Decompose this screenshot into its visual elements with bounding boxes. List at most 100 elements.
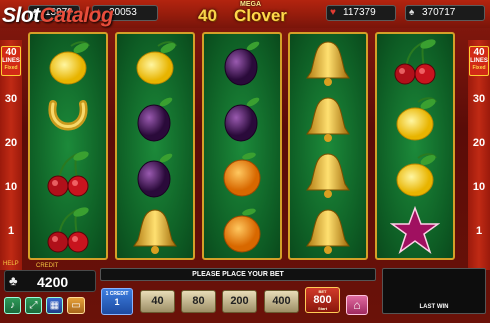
lemon-icon	[396, 97, 437, 141]
spade-icon: ♠	[409, 7, 415, 18]
star-symbol	[377, 202, 453, 259]
cherries-symbol	[30, 146, 106, 203]
reels-area	[28, 32, 462, 260]
line-number: 1	[475, 225, 483, 237]
bet-button-80[interactable]: 80	[181, 290, 216, 313]
watermark: SlotCatalog	[2, 4, 114, 28]
watermark-part-1: Slot	[2, 4, 40, 27]
lemon-symbol	[377, 146, 453, 203]
plum-icon	[224, 41, 260, 86]
fullscreen-button[interactable]: ⤢	[25, 297, 42, 314]
start-bet-button[interactable]: BET 800 Start	[305, 287, 340, 313]
cherries-symbol	[30, 202, 106, 259]
heart-icon: ♥	[330, 7, 336, 18]
lemon-icon	[136, 41, 177, 85]
history-button[interactable]: ▦	[46, 297, 63, 314]
heart-jackpot: ♥ 117379	[326, 5, 396, 21]
reel-1	[28, 32, 108, 260]
reel-2	[115, 32, 195, 260]
bell-icon	[306, 97, 350, 142]
help-link[interactable]: HELP	[3, 261, 19, 267]
line-number: 10	[472, 181, 486, 193]
bell-icon	[306, 209, 350, 254]
lines-number: 40	[473, 47, 485, 58]
heart-jackpot-value: 117379	[343, 7, 376, 18]
logo-number: 40	[198, 6, 217, 25]
gamble-button[interactable]: ⌂	[346, 295, 368, 315]
lines-label: LINES	[2, 58, 20, 64]
orange-icon	[223, 152, 261, 197]
house-icon: ⌂	[353, 298, 361, 312]
bell-symbol	[117, 202, 193, 259]
spade-jackpot: ♠ 370717	[405, 5, 485, 21]
bell-symbol	[290, 202, 366, 259]
credit-label: CREDIT	[36, 263, 59, 269]
plum-icon	[137, 97, 173, 142]
left-line-indicator: 40 LINES Fixed 30 20 10 1	[0, 40, 22, 270]
line-number: 30	[4, 93, 18, 105]
bell-icon	[133, 209, 177, 254]
plum-symbol	[204, 34, 280, 91]
plum-icon	[137, 153, 173, 198]
line-number: 20	[4, 137, 18, 149]
sound-button[interactable]: ♪	[4, 297, 21, 314]
plum-symbol	[117, 146, 193, 203]
lines-fixed: Fixed	[4, 65, 18, 71]
bell-symbol	[290, 90, 366, 147]
bell-symbol	[290, 146, 366, 203]
orange-symbol	[204, 146, 280, 203]
spade-jackpot-value: 370717	[422, 7, 456, 18]
history-icon: ▦	[49, 300, 60, 311]
status-message: PLEASE PLACE YOUR BET	[100, 268, 376, 281]
lemon-symbol	[377, 90, 453, 147]
right-line-indicator: 40 LINES Fixed 30 20 10 1	[468, 40, 490, 270]
lemon-symbol	[117, 34, 193, 91]
balance-value: 4200	[37, 274, 69, 290]
line-number: 10	[4, 181, 18, 193]
cherries-icon	[47, 207, 89, 253]
logo-name: Clover	[234, 6, 287, 25]
reel-5	[375, 32, 455, 260]
watermark-part-2: Catalog	[39, 4, 114, 27]
orange-icon	[223, 208, 261, 253]
line-number: 20	[472, 137, 486, 149]
bet-value: 800	[313, 294, 332, 306]
lemon-icon	[396, 153, 437, 197]
game-screen: ♣ 13979 ♦ 20053 ♥ 117379 ♠ 370717 SlotCa…	[0, 0, 490, 323]
fullscreen-icon: ⤢	[29, 300, 38, 311]
bell-icon	[306, 153, 350, 198]
credit-denomination-button[interactable]: 1 CREDIT 1	[101, 288, 133, 315]
plum-icon	[224, 97, 260, 142]
speaker-icon: ♪	[10, 300, 15, 311]
cherries-symbol	[377, 34, 453, 91]
bet-button-400[interactable]: 400	[264, 290, 299, 313]
lines-badge[interactable]: 40 LINES Fixed	[1, 46, 21, 76]
cherries-icon	[47, 151, 89, 197]
lines-badge[interactable]: 40 LINES Fixed	[469, 46, 489, 76]
paytable-button[interactable]: ▭	[67, 297, 85, 314]
plum-symbol	[204, 90, 280, 147]
reel-3	[202, 32, 282, 260]
lemon-icon	[49, 41, 90, 85]
balance-display: ♣ 4200	[4, 270, 96, 292]
credit-button-value: 1	[114, 297, 120, 307]
start-label: Start	[317, 306, 328, 311]
horseshoe-symbol	[30, 90, 106, 147]
bet-button-40[interactable]: 40	[140, 290, 175, 313]
lines-number: 40	[5, 47, 17, 58]
line-number: 30	[472, 93, 486, 105]
bet-button-200[interactable]: 200	[222, 290, 257, 313]
lines-label: LINES	[470, 58, 488, 64]
plum-symbol	[117, 90, 193, 147]
star-icon	[390, 206, 440, 254]
horseshoe-icon	[48, 100, 88, 131]
game-logo: 40 MEGA Clover	[196, 0, 296, 30]
info-icon: ▭	[71, 300, 81, 311]
last-win-label: LAST WIN	[419, 304, 449, 310]
lemon-symbol	[30, 34, 106, 91]
bell-symbol	[290, 34, 366, 91]
bell-icon	[306, 41, 350, 86]
reel-4	[288, 32, 368, 260]
cherries-icon	[394, 39, 436, 85]
orange-symbol	[204, 202, 280, 259]
